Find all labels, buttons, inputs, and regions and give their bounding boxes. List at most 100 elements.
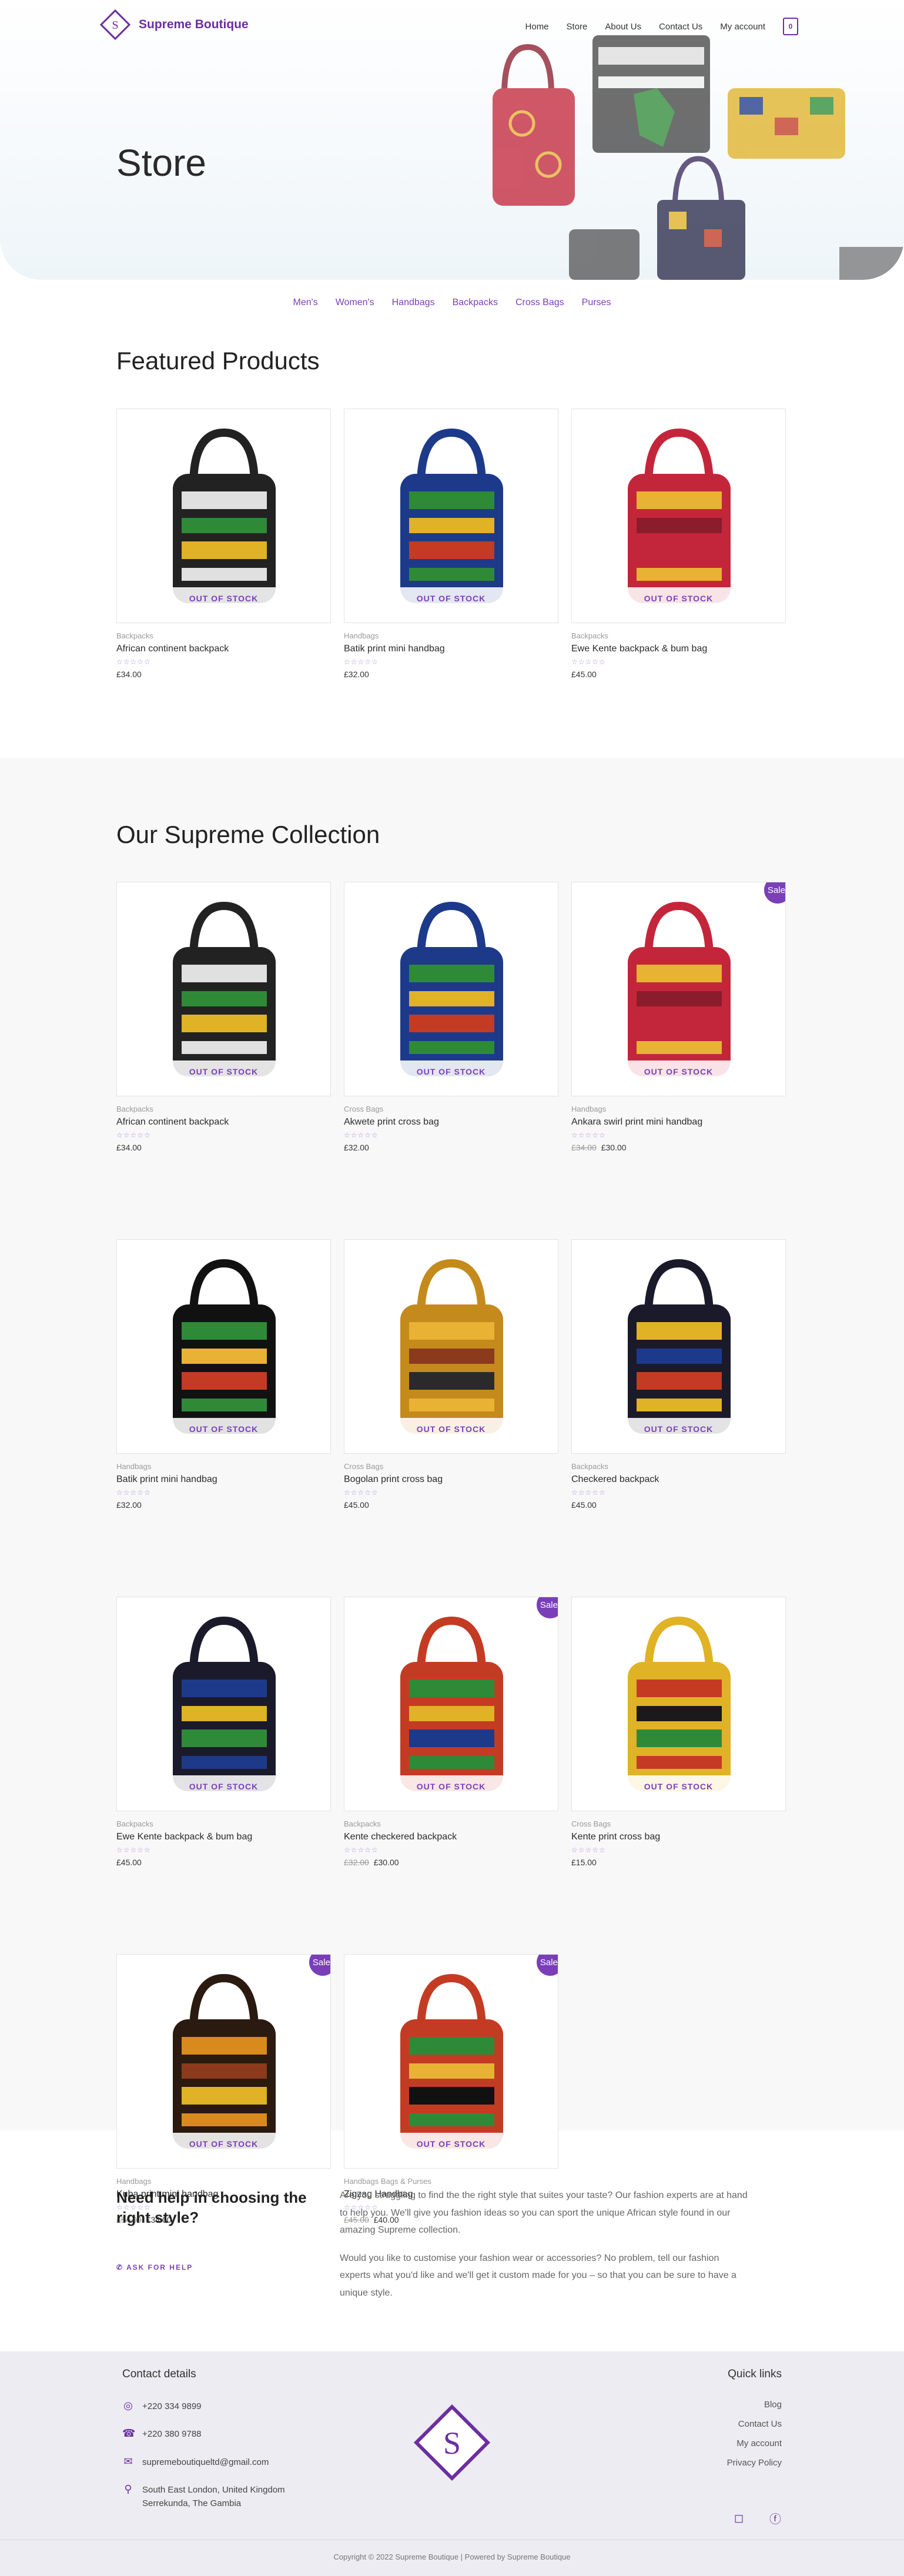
product-thumbnail[interactable]: OUT OF STOCK (344, 882, 558, 1096)
rating-stars: ☆☆☆☆☆ (116, 658, 151, 666)
product-title[interactable]: Kente print cross bag (571, 1832, 786, 1842)
facebook-icon[interactable]: ⓕ (769, 2511, 782, 2526)
product-card[interactable]: OUT OF STOCK Cross Bags Bogolan print cr… (344, 1239, 558, 1510)
product-card[interactable]: Sale! OUT OF STOCK Handbags Ankara swirl… (571, 882, 786, 1152)
product-category[interactable]: Backpacks (116, 631, 331, 640)
product-card[interactable]: OUT OF STOCK Backpacks Ewe Kente backpac… (116, 1597, 331, 1867)
product-category[interactable]: Handbags (344, 631, 558, 640)
product-category[interactable]: Backpacks (116, 1105, 331, 1113)
product-thumbnail[interactable]: Sale! OUT OF STOCK (344, 1954, 558, 2169)
product-category[interactable]: Backpacks (344, 1819, 558, 1828)
product-card[interactable]: OUT OF STOCK Cross Bags Kente print cros… (571, 1597, 786, 1867)
product-card[interactable]: Sale! OUT OF STOCK Handbags Kuba print m… (116, 1954, 331, 2224)
product-category[interactable]: Backpacks (571, 631, 786, 640)
help-paragraph-2: Would you like to customise your fashion… (340, 2253, 736, 2298)
quick-link-my-account[interactable]: My account (736, 2438, 782, 2448)
product-title[interactable]: Ewe Kente backpack & bum bag (571, 644, 786, 654)
page-title: Store (116, 142, 206, 184)
category-purses[interactable]: Purses (582, 297, 611, 308)
product-category[interactable]: Backpacks (571, 1462, 786, 1471)
product-title[interactable]: Akwete print cross bag (344, 1117, 558, 1128)
product-card[interactable]: OUT OF STOCK Backpacks Checkered backpac… (571, 1239, 786, 1510)
phone-number[interactable]: +220 380 9788 (142, 2427, 202, 2441)
product-category[interactable]: Cross Bags (344, 1105, 558, 1113)
product-category[interactable]: Handbags Bags & Purses (344, 2177, 558, 2186)
product-price: £15.00 (571, 1858, 786, 1867)
product-thumbnail[interactable]: Sale! OUT OF STOCK (116, 1954, 331, 2169)
product-category[interactable]: Handbags (116, 1462, 331, 1471)
product-title[interactable]: Ankara swirl print mini handbag (571, 1117, 786, 1128)
product-card[interactable]: OUT OF STOCK Cross Bags Akwete print cro… (344, 882, 558, 1152)
product-title[interactable]: African continent backpack (116, 1117, 331, 1128)
old-price: £32.00 (344, 1858, 369, 1867)
site-footer: Contact details ◎ +220 334 9899 ☎ +220 380… (0, 2351, 904, 2576)
product-card[interactable]: OUT OF STOCK Backpacks African continent… (116, 409, 331, 679)
product-title[interactable]: Batik print mini handbag (116, 1474, 331, 1485)
current-price: £45.00 (116, 1858, 142, 1867)
nav-about-us[interactable]: About Us (605, 22, 641, 32)
product-category[interactable]: Backpacks (116, 1819, 331, 1828)
email-address[interactable]: supremeboutiqueltd@gmail.com (142, 2455, 269, 2469)
product-title[interactable]: Batik print mini handbag (344, 644, 558, 654)
address: South East London, United Kingdom Serrek… (142, 2484, 285, 2508)
product-price: £45.00 (116, 1858, 331, 1867)
product-card[interactable]: Sale! OUT OF STOCK Backpacks Kente check… (344, 1597, 558, 1867)
product-thumbnail[interactable]: OUT OF STOCK (571, 1239, 786, 1454)
product-category[interactable]: Handbags (571, 1105, 786, 1113)
product-title[interactable]: African continent backpack (116, 644, 331, 654)
site-logo-link[interactable]: S Supreme Boutique (100, 9, 249, 40)
current-price: £15.00 (571, 1858, 597, 1867)
product-title[interactable]: Kente checkered backpack (344, 1832, 558, 1842)
ask-for-help-button[interactable]: ✆ ASK FOR HELP (116, 2263, 193, 2271)
hero-bags-image (493, 35, 904, 280)
cart-icon[interactable]: 0 (783, 18, 798, 35)
product-price: £34.00 £30.00 (571, 1143, 786, 1152)
product-category[interactable]: Cross Bags (571, 1819, 786, 1828)
category-cross-bags[interactable]: Cross Bags (515, 297, 564, 308)
collection-product-grid: OUT OF STOCK Backpacks African continent… (116, 882, 786, 2224)
category-womens[interactable]: Women's (336, 297, 374, 308)
product-category[interactable]: Handbags (116, 2177, 331, 2186)
product-title[interactable]: Bogolan print cross bag (344, 1474, 558, 1485)
product-thumbnail[interactable]: OUT OF STOCK (344, 409, 558, 623)
current-price: £32.00 (344, 670, 369, 679)
nav-contact-us[interactable]: Contact Us (659, 22, 702, 32)
out-of-stock-label: OUT OF STOCK (117, 1060, 330, 1083)
product-thumbnail[interactable]: Sale! OUT OF STOCK (571, 882, 786, 1096)
product-thumbnail[interactable]: OUT OF STOCK (116, 1239, 331, 1454)
product-thumbnail[interactable]: OUT OF STOCK (116, 1597, 331, 1811)
current-price: £45.00 (571, 1500, 597, 1510)
rating-stars: ☆☆☆☆☆ (116, 1488, 151, 1497)
rating-stars: ☆☆☆☆☆ (116, 1131, 151, 1139)
out-of-stock-label: OUT OF STOCK (344, 1775, 558, 1798)
product-thumbnail[interactable]: Sale! OUT OF STOCK (344, 1597, 558, 1811)
rating-stars: ☆☆☆☆☆ (116, 1846, 151, 1854)
whatsapp-number[interactable]: +220 334 9899 (142, 2400, 202, 2413)
current-price: £32.00 (116, 1500, 142, 1510)
product-card[interactable]: OUT OF STOCK Handbags Batik print mini h… (116, 1239, 331, 1510)
category-backpacks[interactable]: Backpacks (453, 297, 498, 308)
nav-home[interactable]: Home (525, 22, 549, 32)
product-title[interactable]: Checkered backpack (571, 1474, 786, 1485)
quick-link-privacy-policy[interactable]: Privacy Policy (727, 2458, 782, 2468)
product-thumbnail[interactable]: OUT OF STOCK (116, 409, 331, 623)
quick-link-contact-us[interactable]: Contact Us (738, 2419, 782, 2429)
product-category[interactable]: Cross Bags (344, 1462, 558, 1471)
product-thumbnail[interactable]: OUT OF STOCK (344, 1239, 558, 1454)
product-thumbnail[interactable]: OUT OF STOCK (571, 1597, 786, 1811)
rating-stars: ☆☆☆☆☆ (344, 658, 379, 666)
product-thumbnail[interactable]: OUT OF STOCK (571, 409, 786, 623)
category-mens[interactable]: Men's (293, 297, 318, 308)
category-handbags[interactable]: Handbags (392, 297, 435, 308)
product-thumbnail[interactable]: OUT OF STOCK (116, 882, 331, 1096)
product-card[interactable]: Sale! OUT OF STOCK Handbags Bags & Purse… (344, 1954, 558, 2224)
nav-store[interactable]: Store (567, 22, 588, 32)
product-title[interactable]: Ewe Kente backpack & bum bag (116, 1832, 331, 1842)
product-card[interactable]: OUT OF STOCK Backpacks African continent… (116, 882, 331, 1152)
location-icon: ⚲ (124, 2483, 132, 2495)
product-card[interactable]: OUT OF STOCK Handbags Batik print mini h… (344, 409, 558, 679)
instagram-icon[interactable]: ◻ (732, 2511, 745, 2525)
quick-link-blog[interactable]: Blog (764, 2400, 782, 2410)
product-card[interactable]: OUT OF STOCK Backpacks Ewe Kente backpac… (571, 409, 786, 679)
nav-my-account[interactable]: My account (720, 22, 765, 32)
